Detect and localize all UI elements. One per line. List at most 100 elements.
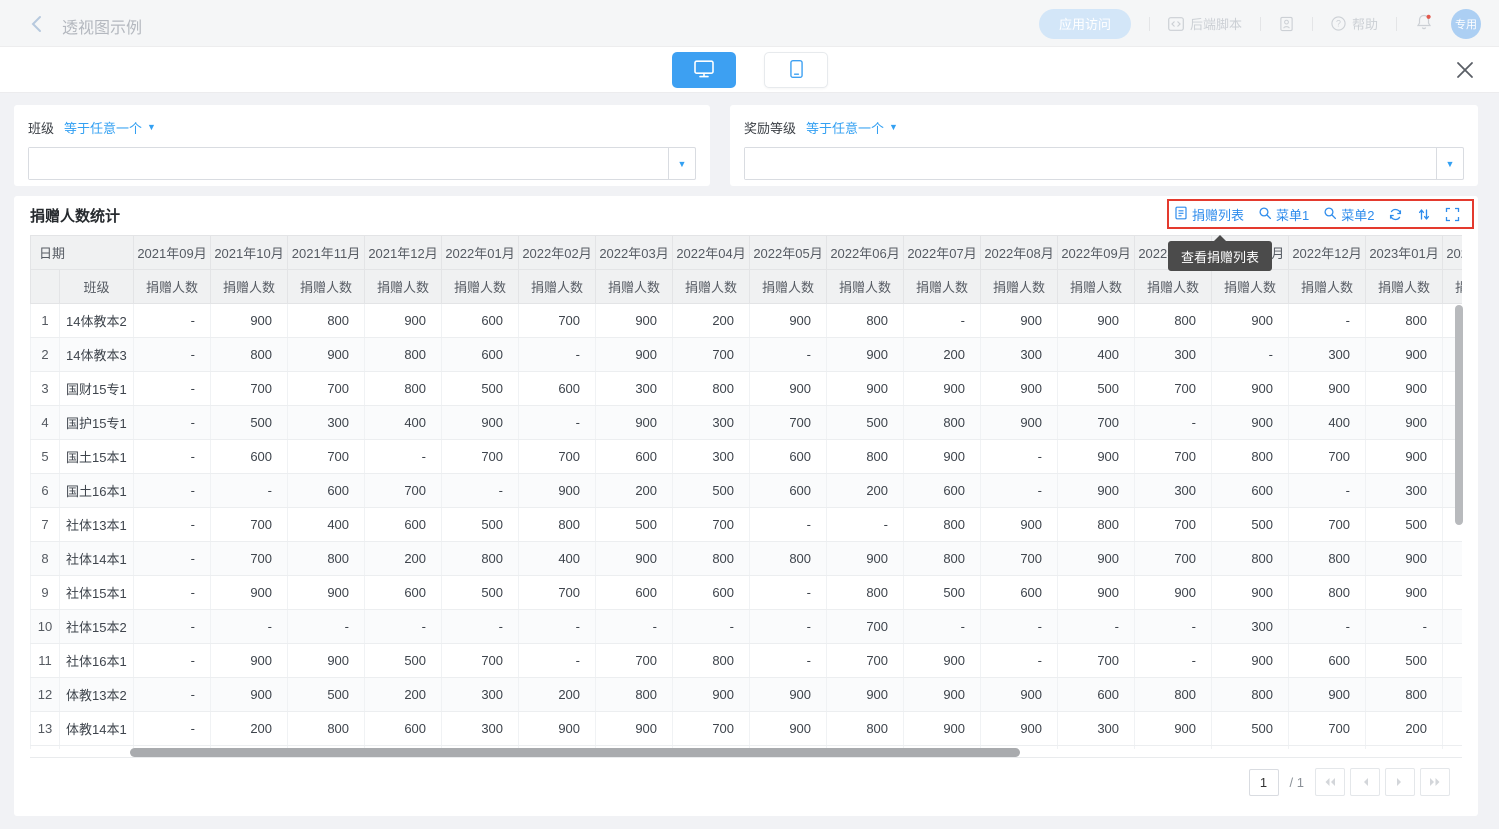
value-cell: 800 — [904, 542, 981, 576]
value-cell: 700 — [211, 372, 288, 406]
value-cell: 400 — [1058, 338, 1135, 372]
value-cell: 600 — [365, 712, 442, 746]
month-column-header: 2021年10月 — [211, 236, 288, 270]
value-cell: 700 — [1289, 508, 1366, 542]
value-cell: 200 — [1366, 712, 1443, 746]
value-cell: 700 — [1135, 508, 1212, 542]
value-cell: 800 — [1058, 508, 1135, 542]
first-page-button[interactable] — [1315, 768, 1345, 796]
divider — [1149, 17, 1150, 31]
value-cell: 200 — [211, 712, 288, 746]
last-page-button[interactable] — [1420, 768, 1450, 796]
value-cell: 800 — [1135, 678, 1212, 712]
class-select-arrow-button[interactable]: ▼ — [668, 148, 695, 179]
table-row: 11社体16本1-900900500700-700800-700900-700-… — [31, 644, 1463, 678]
class-select[interactable]: ▼ — [28, 147, 696, 180]
value-cell: 300 — [981, 338, 1058, 372]
vertical-scrollbar[interactable] — [1455, 305, 1463, 525]
value-cell: 900 — [1058, 576, 1135, 610]
value-cell: - — [1058, 610, 1135, 644]
value-cell: 700 — [1135, 542, 1212, 576]
value-cell: 900 — [1212, 644, 1289, 678]
value-cell: 900 — [981, 508, 1058, 542]
value-cell: 700 — [519, 304, 596, 338]
previous-page-button[interactable] — [1350, 768, 1380, 796]
value-cell: 500 — [288, 678, 365, 712]
measure-header: 捐赠人数 — [519, 270, 596, 304]
notification-bell-icon[interactable] — [1415, 13, 1433, 34]
month-column-header: 2022年08月 — [981, 236, 1058, 270]
value-cell: 800 — [519, 508, 596, 542]
value-cell: 900 — [596, 338, 673, 372]
backend-script-button[interactable]: 后端脚本 — [1168, 14, 1242, 33]
reward-level-select[interactable]: ▼ — [744, 147, 1464, 180]
value-cell: 500 — [1366, 644, 1443, 678]
value-cell: - — [1135, 406, 1212, 440]
menu1-button[interactable]: 菜单1 — [1258, 205, 1309, 224]
table-row: 12体教13本2-9005002003002008009009009009009… — [31, 678, 1463, 712]
search-icon — [1258, 206, 1272, 223]
month-column-header: 2022年07月 — [904, 236, 981, 270]
sort-icon[interactable] — [1417, 207, 1431, 222]
value-cell: - — [1135, 610, 1212, 644]
table-row: 9社体15本1-900900600500700600600-8005006009… — [31, 576, 1463, 610]
filter-label: 班级 — [28, 118, 54, 137]
value-cell: - — [519, 338, 596, 372]
value-cell: 900 — [519, 474, 596, 508]
mobile-preview-button[interactable] — [764, 52, 828, 88]
mobile-phone-icon — [790, 59, 803, 82]
value-cell: 800 — [442, 542, 519, 576]
avatar[interactable]: 专用 — [1451, 9, 1481, 39]
next-page-button[interactable] — [1385, 768, 1415, 796]
class-name-cell: 体教13本2 — [60, 678, 134, 712]
table-row: 5国土15本1-600700-700700600300600800900-900… — [31, 440, 1463, 474]
value-cell: 700 — [1135, 372, 1212, 406]
value-cell: 900 — [750, 372, 827, 406]
value-cell: 700 — [1135, 440, 1212, 474]
reward-level-select-input[interactable] — [745, 148, 1436, 179]
value-cell: 900 — [750, 678, 827, 712]
donation-list-button[interactable]: 捐赠列表 — [1174, 205, 1244, 224]
table-row: 13体教14本1-2008006003009009007009008009009… — [31, 712, 1463, 746]
value-cell: - — [442, 474, 519, 508]
pivot-table-panel: 捐赠人数统计 捐赠列表 菜单1 菜单2 — [14, 196, 1478, 816]
pivot-table-scroll-area[interactable]: 日期2021年09月2021年10月2021年11月2021年12月2022年0… — [30, 235, 1462, 749]
value-cell: 800 — [827, 712, 904, 746]
value-cell: 900 — [596, 406, 673, 440]
class-select-input[interactable] — [29, 148, 668, 179]
reward-level-select-arrow-button[interactable]: ▼ — [1436, 148, 1463, 179]
value-cell: 900 — [1058, 542, 1135, 576]
value-cell — [1443, 576, 1462, 610]
filter-operator-dropdown[interactable]: 等于任意一个 ▼ — [806, 118, 898, 137]
divider — [30, 757, 1462, 758]
fullscreen-icon[interactable] — [1445, 207, 1460, 222]
value-cell: 300 — [1289, 338, 1366, 372]
value-cell: 900 — [365, 304, 442, 338]
table-row: 114体教本2-900800900600700900200900800-9009… — [31, 304, 1463, 338]
value-cell: 800 — [1289, 542, 1366, 576]
menu2-label: 菜单2 — [1341, 205, 1374, 224]
desktop-preview-button[interactable] — [672, 52, 736, 88]
value-cell: 900 — [981, 406, 1058, 440]
refresh-icon[interactable] — [1388, 207, 1403, 222]
help-button[interactable]: ? 帮助 — [1331, 14, 1378, 33]
back-icon[interactable] — [26, 13, 48, 35]
measure-header: 捐赠人数 — [442, 270, 519, 304]
value-cell: 800 — [827, 440, 904, 474]
app-access-button[interactable]: 应用访问 — [1039, 9, 1131, 39]
monitor-icon — [694, 60, 714, 81]
value-cell: 600 — [288, 474, 365, 508]
value-cell: 800 — [596, 678, 673, 712]
filter-operator-dropdown[interactable]: 等于任意一个 ▼ — [64, 118, 156, 137]
row-number-cell: 12 — [31, 678, 60, 712]
filter-panel-reward-level: 奖励等级 等于任意一个 ▼ ▼ — [730, 105, 1478, 186]
row-number-cell: 7 — [31, 508, 60, 542]
menu2-button[interactable]: 菜单2 — [1323, 205, 1374, 224]
horizontal-scrollbar[interactable] — [130, 748, 1020, 757]
value-cell: - — [981, 644, 1058, 678]
value-cell: 900 — [211, 678, 288, 712]
user-log-button[interactable] — [1279, 16, 1294, 32]
page-number-input[interactable] — [1249, 769, 1279, 796]
row-number-cell: 10 — [31, 610, 60, 644]
close-icon[interactable] — [1453, 58, 1477, 82]
